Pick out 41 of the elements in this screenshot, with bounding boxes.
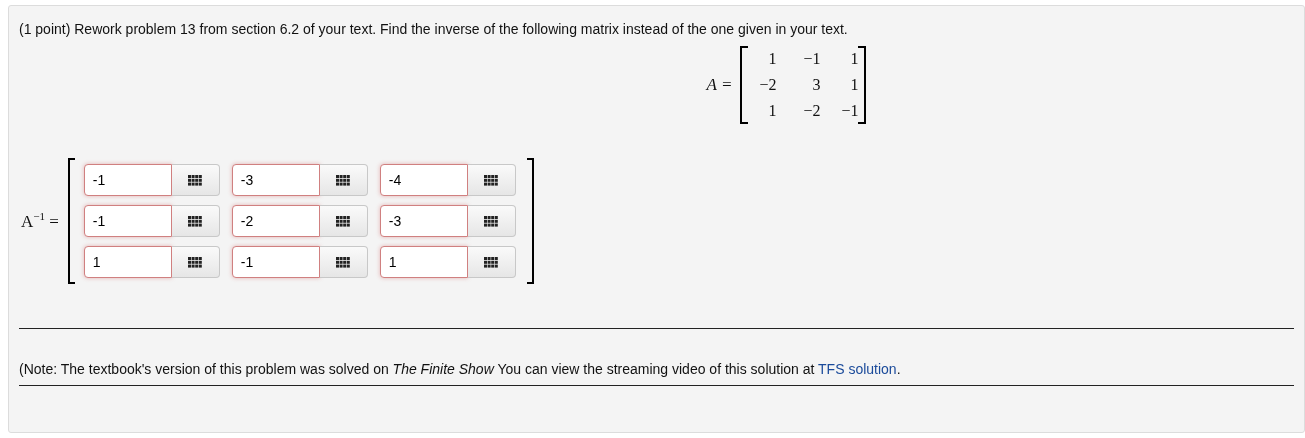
matrix-entry: 1 bbox=[849, 75, 860, 95]
answer-field[interactable]: 1 bbox=[83, 246, 172, 278]
grid-icon bbox=[484, 256, 499, 268]
equation-editor-button[interactable] bbox=[319, 246, 368, 278]
grid-icon bbox=[188, 256, 203, 268]
matrix-entry: −2 bbox=[802, 101, 822, 121]
equation-editor-button[interactable] bbox=[319, 205, 368, 237]
grid-icon bbox=[188, 215, 203, 227]
note-text: (Note: The textbook's version of this problem was solved on The Finite Show You can view the streaming video of this solution at TFS solution. bbox=[19, 360, 902, 378]
grid-icon bbox=[336, 215, 351, 227]
matrix-entry: −2 bbox=[758, 75, 778, 95]
solution-link[interactable]: TFS solution bbox=[818, 361, 897, 377]
equation-editor-button[interactable] bbox=[467, 205, 516, 237]
equation-editor-button[interactable] bbox=[467, 164, 516, 196]
equation-editor-button[interactable] bbox=[171, 164, 220, 196]
answer-field[interactable]: -3 bbox=[231, 164, 320, 196]
grid-icon bbox=[188, 174, 203, 186]
equation-editor-button[interactable] bbox=[171, 205, 220, 237]
grid-icon bbox=[484, 215, 499, 227]
answer-field[interactable]: -1 bbox=[83, 205, 172, 237]
answer-field[interactable]: -2 bbox=[231, 205, 320, 237]
matrix-entry: 1 bbox=[767, 49, 778, 69]
matrix-entry: 1 bbox=[849, 49, 860, 69]
grid-icon bbox=[336, 174, 351, 186]
answer-field[interactable]: -1 bbox=[231, 246, 320, 278]
answer-field[interactable]: 1 bbox=[379, 246, 468, 278]
answer-field[interactable]: -1 bbox=[83, 164, 172, 196]
answer-field[interactable]: -3 bbox=[379, 205, 468, 237]
matrix-entry: −1 bbox=[840, 101, 860, 121]
matrix-label: A = bbox=[706, 75, 733, 95]
grid-icon bbox=[336, 256, 351, 268]
matrix-entry: 1 bbox=[767, 101, 778, 121]
answer-field[interactable]: -4 bbox=[379, 164, 468, 196]
grid-icon bbox=[484, 174, 499, 186]
matrix-entry: −1 bbox=[802, 49, 822, 69]
equation-editor-button[interactable] bbox=[319, 164, 368, 196]
equation-editor-button[interactable] bbox=[171, 246, 220, 278]
question-text: (1 point) Rework problem 13 from section 6.2 of your text. Find the inverse of the following matrix instead of the one given in your text. bbox=[19, 20, 849, 38]
matrix-entry: 3 bbox=[811, 75, 822, 95]
inverse-label: A$^{−1}$ = bbox=[21, 210, 59, 232]
equation-editor-button[interactable] bbox=[467, 246, 516, 278]
